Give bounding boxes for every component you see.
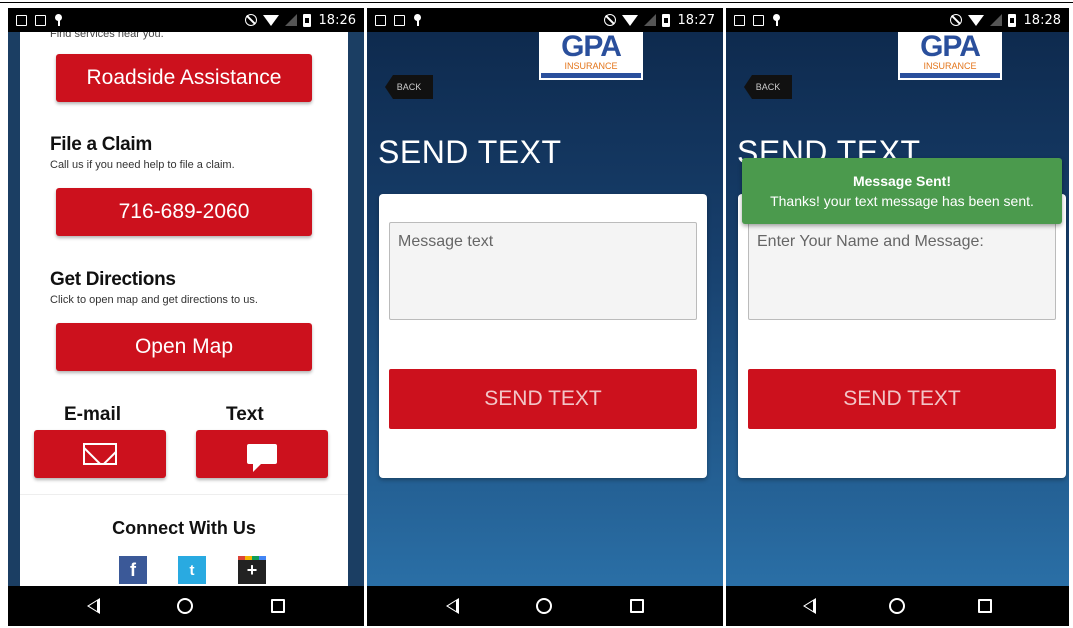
nav-recents-icon[interactable] [978, 599, 993, 613]
status-time: 18:28 [1023, 12, 1061, 28]
photo-icon [753, 14, 764, 26]
message-sent-toast: Message Sent! Thanks! your text message … [742, 158, 1062, 224]
content-area: GPA INSURANCE BACK SEND TEXT SEND TEXT [367, 32, 723, 586]
logo-bar [900, 73, 1000, 78]
pin-icon [413, 14, 422, 26]
envelope-icon [83, 443, 117, 465]
nav-home-icon[interactable] [536, 598, 553, 614]
battery-icon [1007, 13, 1016, 27]
nav-back-icon[interactable] [802, 598, 816, 614]
screen-send-text: 18:27 GPA INSURANCE BACK SEND TEXT SEND … [367, 8, 723, 626]
block-icon [603, 14, 616, 26]
status-bar: 18:28 [726, 8, 1069, 32]
wifi-icon [262, 14, 279, 26]
nav-home-icon[interactable] [177, 598, 194, 614]
screenshot-icon [16, 14, 27, 26]
text-button[interactable] [196, 430, 328, 478]
phone-call-button[interactable]: 716-689-2060 [56, 188, 312, 236]
message-text-input[interactable] [748, 222, 1056, 320]
logo-sub-text: INSURANCE [564, 61, 618, 71]
pin-icon [54, 14, 63, 26]
message-form-card: SEND TEXT [379, 194, 707, 478]
block-icon [949, 14, 962, 26]
logo-bar [541, 73, 641, 78]
block-icon [244, 14, 257, 26]
logo-sub-text: INSURANCE [923, 61, 977, 71]
back-button[interactable]: BACK [744, 75, 792, 99]
nav-back-icon[interactable] [445, 598, 459, 614]
status-bar: 18:27 [367, 8, 723, 32]
wifi-icon [967, 14, 984, 26]
nav-home-icon[interactable] [888, 598, 905, 614]
gpa-insurance-logo: GPA INSURANCE [898, 32, 1002, 80]
send-text-button[interactable]: SEND TEXT [748, 369, 1056, 429]
screenshot-icon [734, 14, 745, 26]
message-form-card: SEND TEXT [738, 194, 1066, 478]
google-plus-icon[interactable]: + [238, 556, 266, 584]
nav-bar [367, 586, 723, 626]
nav-recents-icon[interactable] [271, 599, 286, 613]
screen-message-sent: 18:28 GPA INSURANCE BACK SEND TEXT SEND … [726, 8, 1069, 626]
divider [20, 494, 348, 495]
screenshot-icon [375, 14, 386, 26]
signal-icon [643, 14, 656, 26]
services-card: Find services near you. Roadside Assista… [20, 32, 348, 586]
content-area: Find services near you. Roadside Assista… [8, 32, 364, 586]
chat-bubble-icon [247, 444, 277, 472]
send-text-button[interactable]: SEND TEXT [389, 369, 697, 429]
open-map-button[interactable]: Open Map [56, 323, 312, 371]
photo-icon [35, 14, 46, 26]
signal-icon [989, 14, 1002, 26]
top-border-line [0, 2, 1073, 3]
status-time: 18:26 [318, 12, 356, 28]
nav-bar [726, 586, 1069, 626]
nav-bar [8, 586, 364, 626]
facebook-icon[interactable]: f [119, 556, 147, 584]
wifi-icon [621, 14, 638, 26]
status-time: 18:27 [677, 12, 715, 28]
nav-back-icon[interactable] [86, 598, 100, 614]
content-area: GPA INSURANCE BACK SEND TEXT SEND TEXT M… [726, 32, 1069, 586]
get-directions-title: Get Directions [50, 269, 176, 290]
logo-main-text: GPA [561, 30, 622, 63]
battery-icon [661, 13, 670, 27]
get-directions-description: Click to open map and get directions to … [50, 294, 258, 306]
nav-recents-icon[interactable] [630, 599, 645, 613]
cut-off-text: Find services near you. [50, 32, 164, 40]
connect-with-us-title: Connect With Us [112, 518, 256, 538]
logo-main-text: GPA [920, 30, 981, 63]
file-claim-title: File a Claim [50, 134, 152, 155]
signal-icon [284, 14, 297, 26]
pin-icon [772, 14, 781, 26]
screen-contact-options: 18:26 Find services near you. Roadside A… [8, 8, 364, 626]
status-bar: 18:26 [8, 8, 364, 32]
text-label: Text [226, 404, 264, 425]
photo-icon [394, 14, 405, 26]
email-button[interactable] [34, 430, 166, 478]
roadside-assistance-button[interactable]: Roadside Assistance [56, 54, 312, 102]
battery-icon [302, 13, 311, 27]
message-text-input[interactable] [389, 222, 697, 320]
toast-message: Thanks! your text message has been sent. [770, 193, 1034, 209]
email-label: E-mail [64, 404, 122, 425]
page-title: SEND TEXT [378, 134, 562, 170]
back-button[interactable]: BACK [385, 75, 433, 99]
gpa-insurance-logo: GPA INSURANCE [539, 32, 643, 80]
file-claim-description: Call us if you need help to file a claim… [50, 159, 235, 171]
twitter-icon[interactable]: t [178, 556, 206, 584]
toast-title: Message Sent! [852, 173, 952, 189]
